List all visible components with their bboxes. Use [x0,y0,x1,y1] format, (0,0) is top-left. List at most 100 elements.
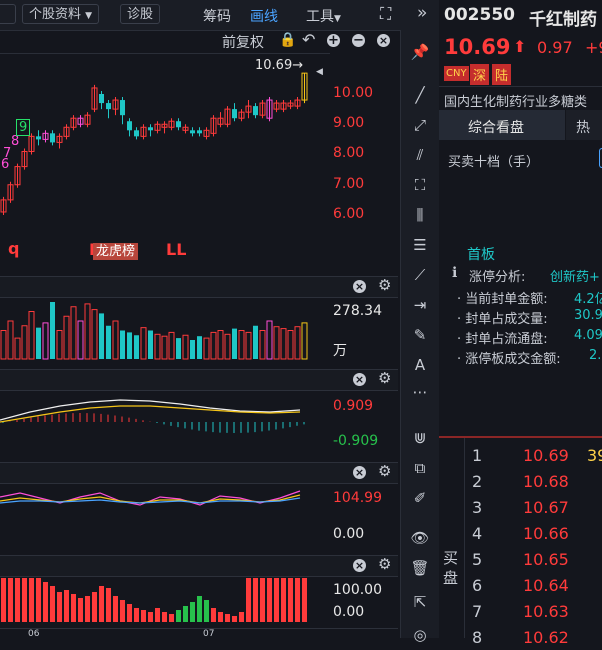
kline-chart[interactable]: 前复权 🔒 ↶ + − × 10.69→ ◀ 10.00 9.00 8.00 7… [0,30,398,276]
back-button[interactable] [0,4,16,24]
gear-icon[interactable]: ⚙ [378,371,391,386]
first-board-label: 首板 [467,247,495,263]
copy-icon[interactable]: ⧉ [410,458,430,478]
fibonacci-tool-icon[interactable]: ☰ [410,235,430,255]
candle-body [120,100,125,116]
volume-bar [224,333,231,360]
volume-top-value: 278.34 [333,303,382,319]
wr-bar [225,614,230,622]
tab-chips[interactable]: 筹码 [203,6,231,26]
close-icon[interactable]: × [353,373,366,386]
wr-bar [64,590,69,622]
tab-hot-label: 热 [576,120,590,136]
volume-bar [99,313,104,359]
text-tool-icon[interactable]: A [410,355,430,375]
bid-row[interactable]: 6 10.64 [439,572,602,598]
wr-bar [239,612,244,622]
trash-icon[interactable]: 🗑 [410,558,430,578]
zoom-out-icon[interactable]: − [352,34,365,47]
volume-bar [280,328,287,360]
bid-row[interactable]: 8 10.62 [439,624,602,650]
fan-tool-icon[interactable]: ⟋ [410,265,430,285]
orderbook-title: 买卖十档（手） [448,155,540,170]
gear-icon[interactable]: ⚙ [378,278,391,293]
close-icon[interactable]: × [353,559,366,572]
volume-bar [161,335,168,360]
pencil-tool-icon[interactable]: ✎ [410,325,430,345]
bid-row[interactable]: 7 10.63 [439,598,602,624]
measure-tool-icon[interactable]: ⇥ [410,295,430,315]
bid-row[interactable]: 3 10.67 [439,494,602,520]
share-icon[interactable]: ⇱ [410,592,430,612]
wr-bar [106,588,111,622]
wr-bar [162,612,167,622]
wr-bar [99,586,104,622]
limit-up-analysis-value[interactable]: 创新药+ [550,266,600,285]
price-tick: 9.00 [333,115,365,131]
tab-overview[interactable]: 综合看盘 [439,110,565,140]
close-icon[interactable]: × [353,280,366,293]
bid-row[interactable]: 2 10.68 [439,468,602,494]
fork-tool-icon[interactable]: ⫼ [410,205,430,225]
kdj-chart[interactable]: 104.99 0.00 [0,483,398,553]
drawing-tools: 📌 ╱ ⤢ ⫽ ⛶ ⫼ ☰ ⟋ ⇥ ✎ A ⋯ ⋓ ⧉ ✐ 👁 🗑 ⇱ ◎ [400,30,440,644]
wr-bar [22,578,27,622]
volume-bar [140,327,147,360]
expand-icon[interactable]: ⛶ [380,4,391,24]
crop-tool-icon[interactable]: ⛶ [410,175,430,195]
metric-label: · 当前封单金额: [457,292,548,307]
bid-row[interactable]: 5 10.65 [439,546,602,572]
wr-bar [260,578,265,622]
metric-label: · 封单占成交量: [457,312,548,327]
wr-bar [36,578,41,622]
volume-bar [106,325,111,359]
volume-bar [287,330,294,360]
close-icon[interactable]: × [353,466,366,479]
gear-icon[interactable]: ⚙ [378,464,391,479]
stock-info-button[interactable]: 个股资料 ▼ [22,4,100,24]
volume-bar [70,306,77,360]
x-axis: 06 07 [0,628,398,639]
volume-chart[interactable]: 278.34 万 [0,297,398,367]
candle-body [134,130,139,137]
wr-bar [197,596,202,622]
wr-bar [183,606,188,622]
volume-bar [232,328,237,359]
edit-icon[interactable]: ✐ [410,488,430,508]
line-tool-icon[interactable]: ╱ [410,85,430,105]
stock-info-label: 个股资料 [29,7,82,22]
wr-bottom-value: 0.00 [333,604,365,620]
volume-bar [36,327,41,359]
volume-bar [168,331,175,360]
tab-draw-line[interactable]: 画线 [250,6,278,26]
volume-bar [259,330,266,360]
market-badge: 深 [470,64,490,85]
pin-icon[interactable]: 📌 [410,42,430,62]
parallel-tool-icon[interactable]: ⫽ [410,145,430,165]
close-icon[interactable]: × [377,34,390,47]
candle-body [36,136,41,140]
macd-bottom-value: -0.909 [333,433,379,449]
tab-hot[interactable]: 热 [566,110,602,140]
wr-bar [1,578,6,622]
bid-row[interactable]: 110.6939 [439,442,602,468]
gear-icon[interactable]: ⚙ [378,557,391,572]
wr-bar [176,610,181,622]
volume-bar [182,334,189,360]
macd-chart[interactable]: 0.909 -0.909 [0,390,398,460]
diagnose-button[interactable]: 诊股 [120,4,161,24]
volume-bar [217,330,224,360]
volume-bar [245,331,252,360]
wr-chart[interactable]: 100.00 0.00 [0,576,398,628]
metric-value: 30.9 [574,308,602,323]
settings-icon[interactable]: ◎ [410,625,430,645]
bid-row[interactable]: 4 10.66 [439,520,602,546]
volume-bar [63,315,70,360]
collapse-panel[interactable]: » [410,0,439,31]
magnet-icon[interactable]: ⋓ [410,428,430,448]
more-icon[interactable]: ⋯ [410,382,430,402]
price-change: 0.97 [537,38,573,57]
eye-icon[interactable]: 👁 [410,528,430,548]
tools-menu[interactable]: 工具▼ [306,6,341,26]
segment-tool-icon[interactable]: ⤢ [410,115,430,135]
